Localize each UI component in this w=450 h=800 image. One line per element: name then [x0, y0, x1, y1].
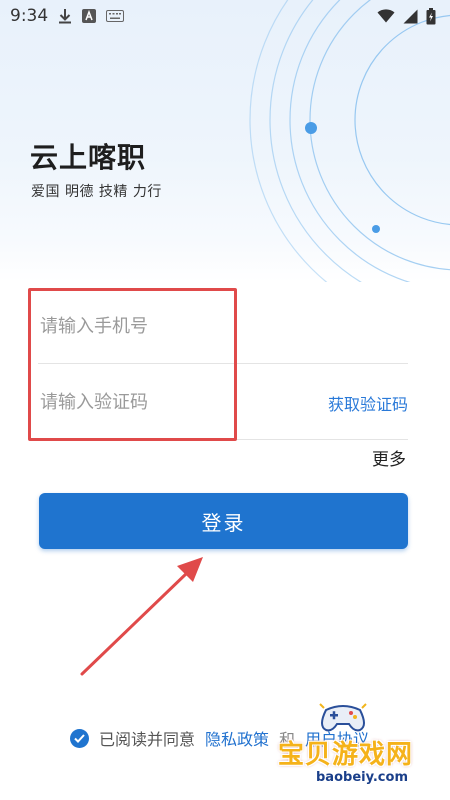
login-button[interactable]: 登录 — [39, 493, 408, 549]
get-code-button[interactable]: 获取验证码 — [328, 391, 408, 415]
privacy-policy-link[interactable]: 隐私政策 — [205, 726, 269, 750]
agreement-checkbox[interactable] — [70, 728, 89, 748]
ring-dot-large — [305, 122, 317, 134]
agreement-prefix: 已阅读并同意 — [99, 730, 196, 749]
wifi-icon — [377, 9, 395, 23]
app-title: 云上喀职 — [30, 141, 147, 174]
app-slogan: 爱国 明德 技精 力行 — [31, 184, 162, 200]
battery-icon — [426, 7, 436, 25]
a-notification-icon — [82, 9, 97, 23]
more-button[interactable]: 更多 — [372, 445, 406, 470]
checkmark-icon — [74, 733, 85, 743]
download-icon — [58, 8, 72, 24]
status-time: 9:34 — [10, 6, 49, 26]
gamepad-icon — [319, 703, 367, 732]
annotation-highlight-box — [28, 288, 237, 441]
ring-dot-small — [372, 225, 380, 233]
watermark: 宝贝游戏网 baobeiy.com — [276, 700, 436, 800]
keyboard-icon — [106, 10, 125, 22]
status-bar: 9:34 — [0, 0, 450, 32]
watermark-url: baobeiy.com — [316, 770, 408, 785]
signal-icon — [403, 9, 418, 24]
watermark-text: 宝贝游戏网 — [278, 740, 414, 770]
